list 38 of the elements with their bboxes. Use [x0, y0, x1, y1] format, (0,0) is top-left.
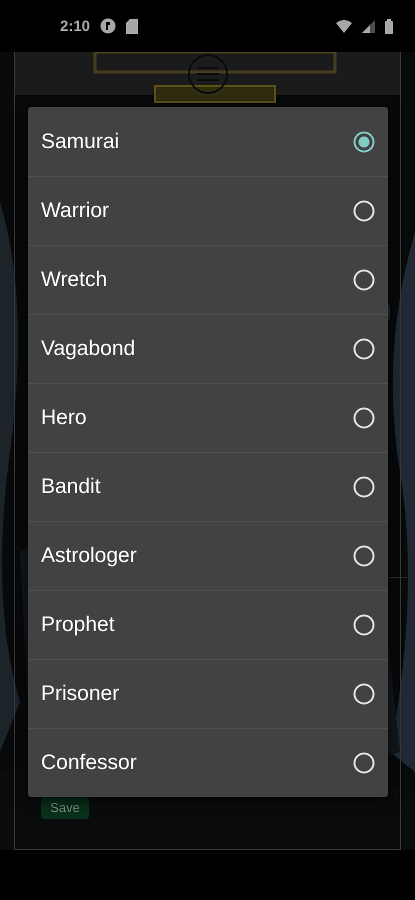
- save-button[interactable]: Save: [41, 796, 89, 819]
- notification-icon: [100, 18, 116, 34]
- option-row[interactable]: Confessor: [28, 728, 388, 797]
- radio-button[interactable]: [353, 752, 375, 774]
- option-row[interactable]: Vagabond: [28, 314, 388, 383]
- option-label: Vagabond: [41, 337, 136, 361]
- wifi-icon: [336, 20, 352, 32]
- option-row[interactable]: Warrior: [28, 176, 388, 245]
- option-row[interactable]: Hero: [28, 383, 388, 452]
- radio-button[interactable]: [353, 130, 375, 152]
- radio-button[interactable]: [353, 200, 375, 222]
- radio-button[interactable]: [353, 476, 375, 498]
- sd-card-icon: [126, 18, 138, 34]
- option-label: Astrologer: [41, 544, 137, 568]
- radio-button[interactable]: [353, 407, 375, 429]
- radio-button[interactable]: [353, 545, 375, 567]
- radio-button[interactable]: [353, 683, 375, 705]
- option-label: Wretch: [41, 268, 108, 292]
- option-label: Samurai: [41, 130, 120, 154]
- option-label: Prophet: [41, 613, 115, 637]
- option-label: Hero: [41, 406, 87, 430]
- option-row[interactable]: Prisoner: [28, 659, 388, 728]
- battery-icon: [385, 18, 393, 34]
- option-row[interactable]: Samurai: [28, 107, 388, 176]
- option-label: Bandit: [41, 475, 101, 499]
- option-row[interactable]: Astrologer: [28, 521, 388, 590]
- option-label: Prisoner: [41, 682, 120, 706]
- radio-button[interactable]: [353, 614, 375, 636]
- option-label: Confessor: [41, 751, 137, 775]
- option-label: Warrior: [41, 199, 110, 223]
- menu-icon: [196, 66, 218, 80]
- signal-icon: [362, 20, 375, 32]
- option-row[interactable]: Bandit: [28, 452, 388, 521]
- radio-button[interactable]: [353, 338, 375, 360]
- option-row[interactable]: Prophet: [28, 590, 388, 659]
- option-row[interactable]: Wretch: [28, 245, 388, 314]
- radio-button[interactable]: [353, 269, 375, 291]
- clock-time: 2:10: [60, 18, 90, 34]
